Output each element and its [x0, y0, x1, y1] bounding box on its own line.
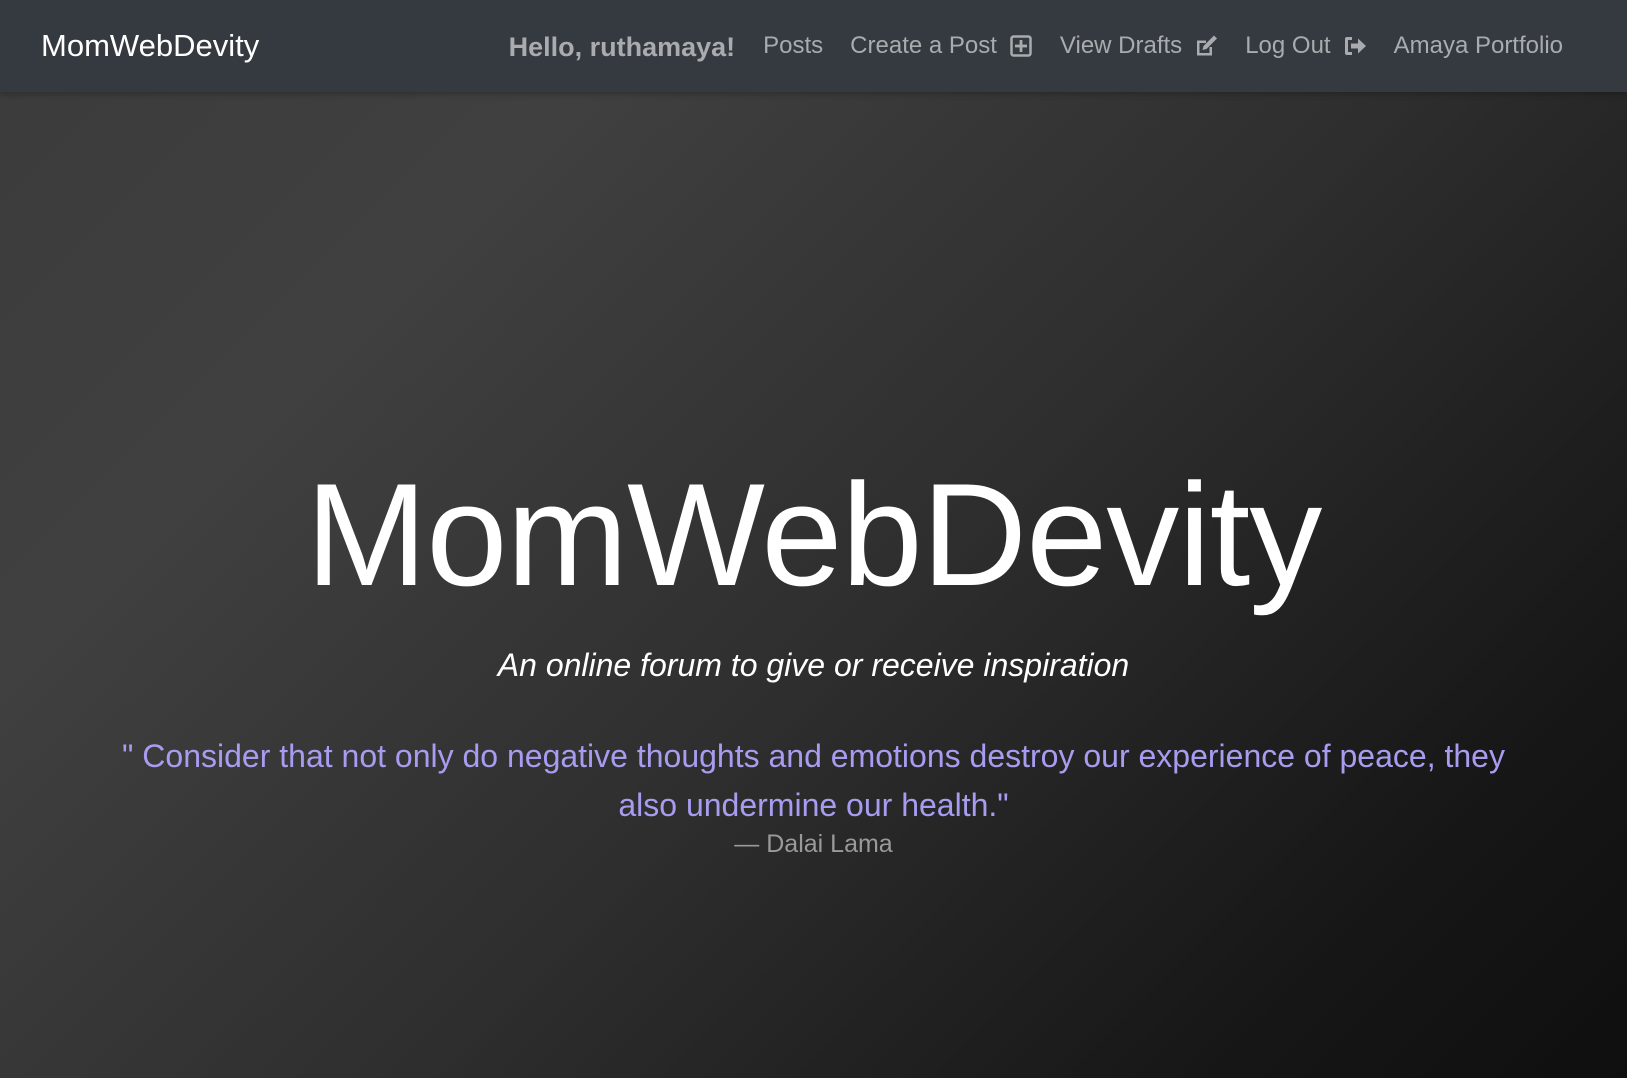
hero-section: MomWebDevity An online forum to give or … — [0, 92, 1627, 1078]
sign-out-icon — [1343, 34, 1367, 58]
nav-link-amaya-portfolio[interactable]: Amaya Portfolio — [1394, 32, 1563, 60]
nav-link-log-out[interactable]: Log Out — [1245, 32, 1366, 60]
nav-link-posts[interactable]: Posts — [763, 32, 823, 60]
inspirational-quote: " Consider that not only do negative tho… — [122, 738, 1505, 823]
user-greeting: Hello, ruthamaya! — [508, 31, 736, 62]
nav-link-posts-label: Posts — [763, 32, 824, 59]
quote-author: — Dalai Lama — [734, 830, 893, 858]
brand-link[interactable]: MomWebDevity — [41, 28, 259, 64]
hero-title: MomWebDevity — [305, 453, 1323, 616]
edit-icon — [1194, 34, 1218, 58]
nav-link-create-post-label: Create a Post — [850, 32, 997, 59]
plus-square-icon — [1009, 34, 1033, 58]
hero-subtitle: An online forum to give or receive inspi… — [497, 647, 1130, 683]
nav-menu: Hello, ruthamaya! Posts Create a Post Vi… — [509, 30, 1563, 63]
nav-link-create-post[interactable]: Create a Post — [850, 32, 1033, 60]
nav-link-amaya-portfolio-label: Amaya Portfolio — [1393, 32, 1563, 59]
nav-link-view-drafts[interactable]: View Drafts — [1060, 32, 1218, 60]
nav-link-log-out-label: Log Out — [1245, 32, 1331, 59]
navbar: MomWebDevity Hello, ruthamaya! Posts Cre… — [0, 0, 1627, 92]
nav-link-view-drafts-label: View Drafts — [1059, 32, 1183, 59]
